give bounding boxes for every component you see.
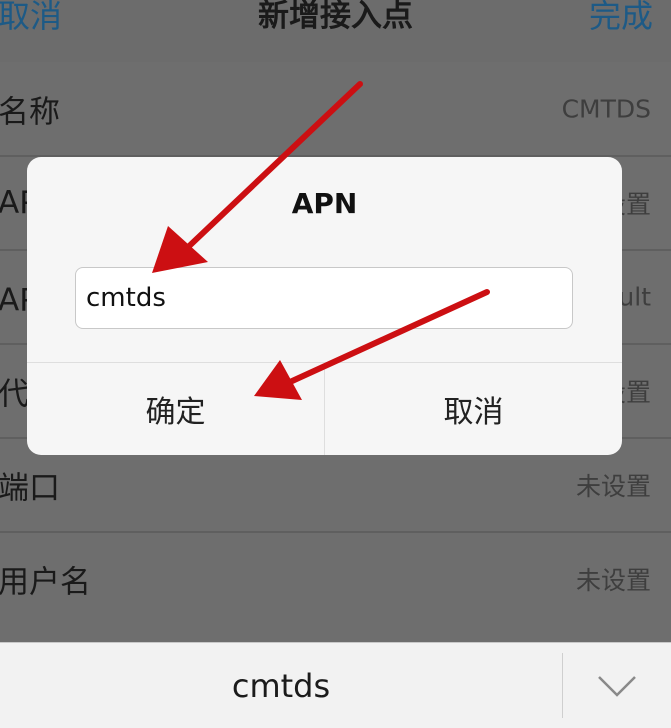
row-value: 未设置 — [575, 471, 651, 501]
settings-row-username[interactable]: 用户名 未设置 — [0, 532, 671, 625]
dialog-title: APN — [291, 187, 358, 220]
apn-input[interactable] — [75, 267, 573, 329]
nav-done-button[interactable]: 完成 — [589, 0, 653, 38]
nav-bar: 取消 新增接入点 完成 — [0, 0, 671, 62]
settings-row-name[interactable]: 名称 CMTDS — [0, 62, 671, 157]
page-title: 新增接入点 — [258, 0, 413, 34]
row-label: 名称 — [0, 94, 60, 130]
row-label: 端口 — [0, 470, 60, 506]
apn-dialog: APN 确定 取消 — [27, 157, 622, 455]
chevron-down-icon[interactable] — [563, 643, 671, 728]
row-value: CMTDS — [561, 94, 651, 123]
screen: 取消 新增接入点 完成 名称 CMTDS APN 未设置 APN类型 defau… — [0, 0, 671, 728]
keyboard-suggestion-bar: cmtds — [0, 642, 671, 728]
confirm-button[interactable]: 确定 — [27, 363, 324, 455]
row-value: 未设置 — [575, 565, 651, 595]
cancel-button[interactable]: 取消 — [325, 363, 622, 455]
row-label: 用户名 — [0, 564, 91, 600]
suggestion-word[interactable]: cmtds — [0, 643, 562, 728]
